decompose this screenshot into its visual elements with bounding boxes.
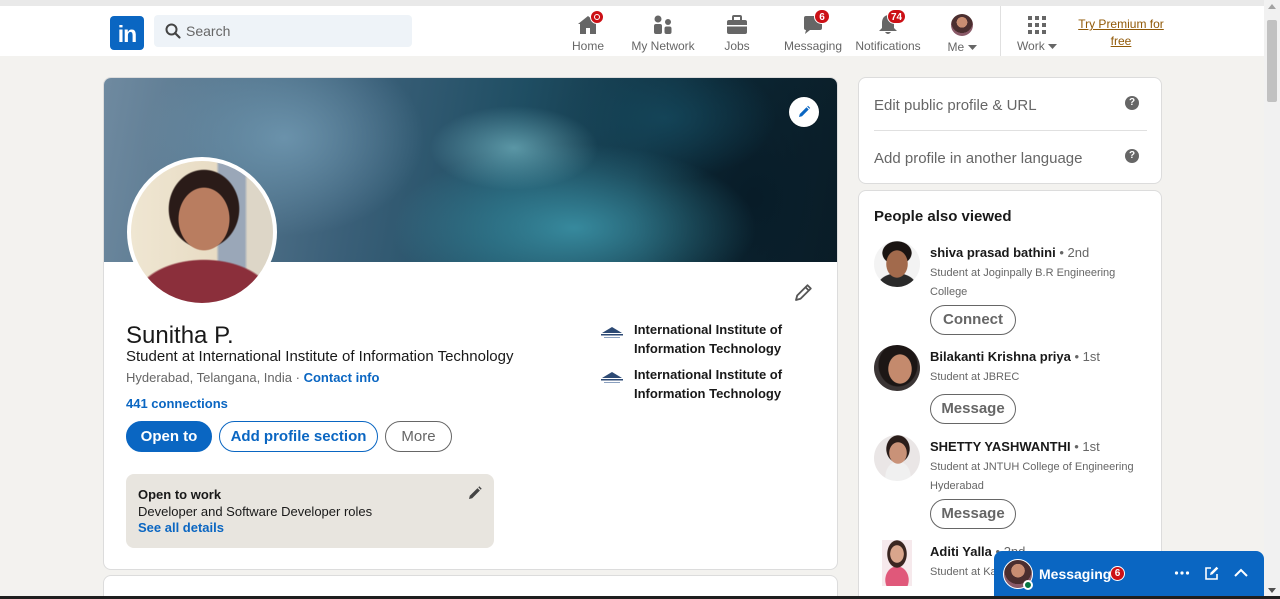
help-icon[interactable]: ? <box>1125 96 1139 110</box>
try-premium-link[interactable]: Try Premium for free <box>1076 16 1166 50</box>
messaging-badge: 6 <box>814 9 830 24</box>
global-nav: in Home My Network Jobs 6 Messaging <box>0 0 1264 56</box>
chevron-down-icon <box>967 45 977 51</box>
person-headline: Student at JBREC <box>930 371 1020 383</box>
premium-line-2: free <box>1110 34 1132 48</box>
open-to-work-roles: Developer and Software Developer roles <box>138 504 373 519</box>
messaging-tray[interactable]: Messaging 6 <box>994 551 1264 599</box>
search-icon <box>165 23 181 39</box>
person-name-line[interactable]: shiva prasad bathini • 2nd <box>930 245 1089 260</box>
school-logo-icon <box>601 372 623 383</box>
connection-degree: • 1st <box>1074 349 1101 364</box>
scrollbar-thumb[interactable] <box>1267 20 1277 102</box>
scroll-down-arrow-icon[interactable] <box>1268 588 1276 593</box>
nav-my-network[interactable]: My Network <box>628 13 698 57</box>
contact-info-link[interactable]: Contact info <box>304 370 380 385</box>
message-button[interactable]: Message <box>930 499 1016 529</box>
edit-cover-button[interactable] <box>789 97 819 127</box>
nav-messaging-label: Messaging <box>783 39 843 53</box>
nav-me[interactable]: Me <box>942 13 982 57</box>
connections-link[interactable]: 441 connections <box>126 396 228 411</box>
message-button[interactable]: Message <box>930 394 1016 424</box>
ellipsis-icon[interactable] <box>1173 564 1191 582</box>
briefcase-icon <box>727 15 747 34</box>
profile-photo[interactable] <box>127 157 277 307</box>
person-name: SHETTY YASHWANTHI <box>930 439 1071 454</box>
person-name-line[interactable]: SHETTY YASHWANTHI • 1st <box>930 439 1100 454</box>
premium-line-1: Try Premium for <box>1078 17 1164 31</box>
chevron-down-icon <box>1048 44 1058 50</box>
pencil-icon[interactable] <box>467 485 483 501</box>
compose-icon[interactable] <box>1203 564 1221 582</box>
avatar[interactable] <box>874 241 920 287</box>
school-name: International Institute of Information T… <box>634 367 783 401</box>
connection-degree: • 1st <box>1074 439 1100 454</box>
nav-me-label-wrap: Me <box>942 40 982 54</box>
person-headline: Student at Joginpally B.R Engineering Co… <box>930 267 1116 298</box>
online-status-dot <box>1023 580 1033 590</box>
open-to-button[interactable]: Open to <box>126 421 212 452</box>
edit-public-profile-link[interactable]: Edit public profile & URL <box>874 97 1037 114</box>
person-name: Aditi Yalla <box>930 544 992 559</box>
profile-top-card: Sunitha P. Student at International Inst… <box>103 77 838 570</box>
linkedin-logo[interactable]: in <box>110 16 144 50</box>
profile-location-line: Hyderabad, Telangana, India · Contact in… <box>126 370 379 385</box>
messaging-tray-badge: 6 <box>1110 566 1125 581</box>
edit-intro-pencil-icon[interactable] <box>793 281 815 303</box>
scroll-up-arrow-icon[interactable] <box>1268 4 1276 9</box>
nav-home[interactable]: Home <box>567 10 609 57</box>
people-also-viewed-card: People also viewed shiva prasad bathini … <box>858 190 1162 599</box>
notifications-badge: 74 <box>887 9 907 24</box>
notification-dot <box>590 10 604 24</box>
profile-name: Sunitha P. <box>126 322 234 349</box>
profile-settings-card: Edit public profile & URL ? Add profile … <box>858 77 1162 184</box>
nav-work-label-wrap: Work <box>1015 39 1059 53</box>
people-icon <box>654 15 672 34</box>
nav-messaging[interactable]: 6 Messaging <box>783 9 843 57</box>
person-name: shiva prasad bathini <box>930 245 1056 260</box>
school-name: International Institute of Information T… <box>634 322 783 356</box>
nav-work[interactable]: Work <box>1015 13 1059 57</box>
nav-work-label: Work <box>1016 39 1045 53</box>
add-language-profile-link[interactable]: Add profile in another language <box>874 150 1083 167</box>
grid-icon <box>1028 16 1046 34</box>
person-headline: Student at JNTUH College of Engineering … <box>930 461 1134 492</box>
scrollbar[interactable] <box>1264 0 1280 599</box>
nav-divider <box>1000 6 1001 56</box>
profile-location: Hyderabad, Telangana, India <box>126 370 292 385</box>
connection-degree: • 2nd <box>1059 245 1090 260</box>
see-all-details-link[interactable]: See all details <box>138 520 224 535</box>
dot-separator: · <box>295 370 300 385</box>
messaging-tray-label: Messaging <box>1039 566 1112 582</box>
nav-home-label: Home <box>571 39 604 53</box>
more-button[interactable]: More <box>385 421 452 452</box>
avatar[interactable] <box>882 540 912 586</box>
avatar[interactable] <box>874 345 920 391</box>
avatar[interactable] <box>874 435 920 481</box>
nav-me-label: Me <box>947 40 965 54</box>
open-to-work-box[interactable]: Open to work Developer and Software Deve… <box>126 474 494 548</box>
connect-button[interactable]: Connect <box>930 305 1016 335</box>
chevron-up-icon[interactable] <box>1232 564 1250 582</box>
pencil-icon <box>799 105 811 117</box>
search-input[interactable] <box>186 15 406 47</box>
add-profile-section-button[interactable]: Add profile section <box>219 421 378 452</box>
person-name: Bilakanti Krishna priya <box>930 349 1071 364</box>
school-logo-icon <box>601 327 623 338</box>
nav-my-network-label: My Network <box>631 39 695 53</box>
nav-jobs[interactable]: Jobs <box>717 13 757 57</box>
open-to-work-title: Open to work <box>138 487 222 502</box>
search-box[interactable] <box>154 15 412 47</box>
nav-notifications-label: Notifications <box>855 39 921 53</box>
nav-notifications[interactable]: 74 Notifications <box>854 9 922 57</box>
profile-headline: Student at International Institute of In… <box>126 348 514 365</box>
nav-jobs-label: Jobs <box>724 39 750 53</box>
divider <box>874 130 1147 131</box>
person-name-line[interactable]: Bilakanti Krishna priya • 1st <box>930 349 1100 364</box>
people-also-viewed-title: People also viewed <box>874 208 1012 225</box>
help-icon[interactable]: ? <box>1125 149 1139 163</box>
me-avatar <box>951 14 973 36</box>
